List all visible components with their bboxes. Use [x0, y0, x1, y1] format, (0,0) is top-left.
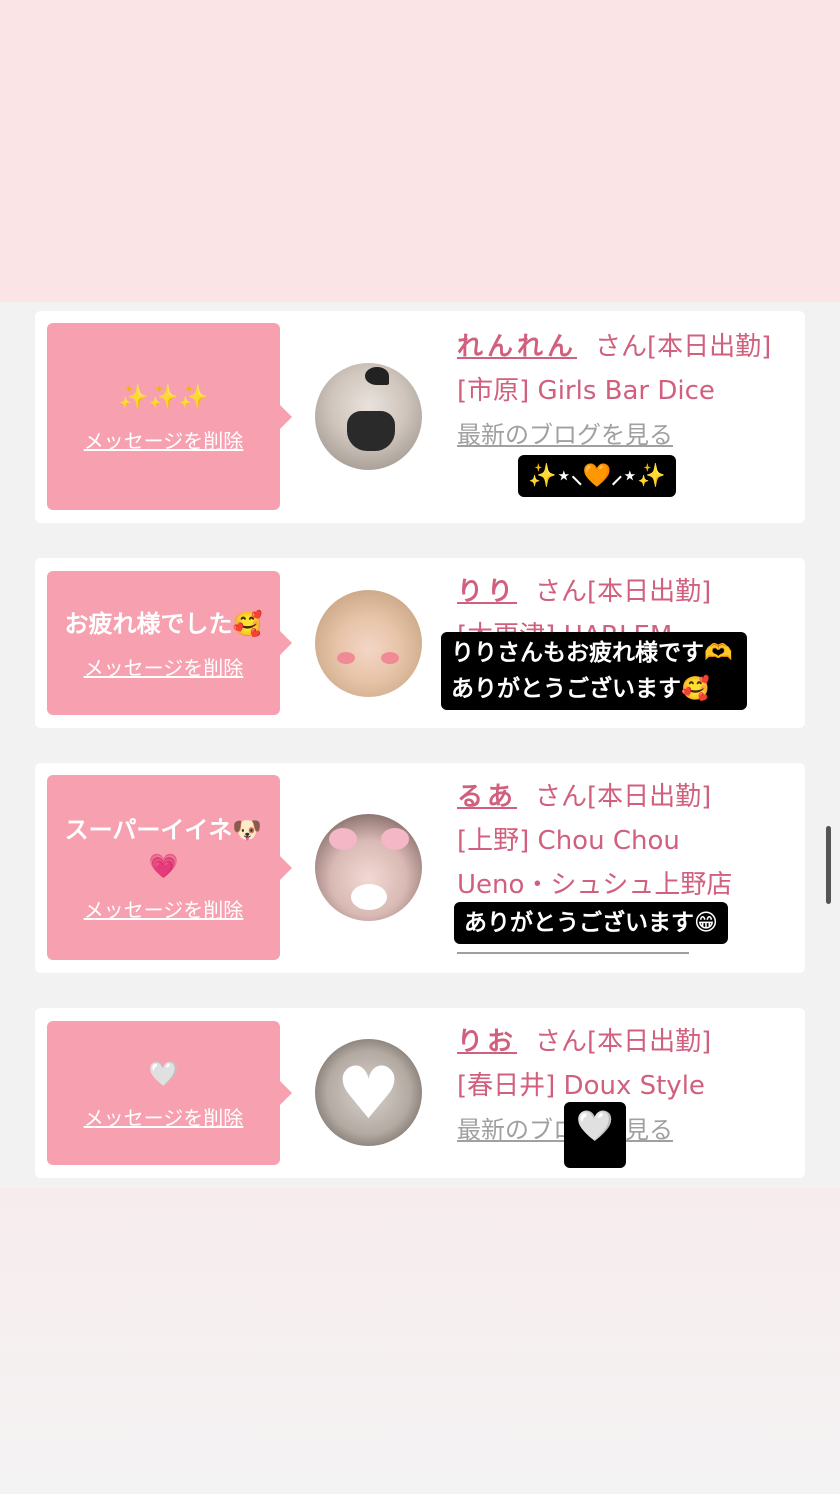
cast-info: れんれん さん[本日出勤] [市原] Girls Bar Dice 最新のブログを… [457, 325, 787, 457]
caption-overlay: りりさんもお疲れ様です🫶 ありがとうございます🥰 [441, 632, 747, 710]
ear-right-shape [381, 828, 409, 850]
blush-right-shape [381, 652, 399, 664]
hair-bow-shape [365, 367, 389, 385]
caption-overlay: 🤍 [564, 1102, 626, 1168]
message-card: 🤍 メッセージを削除 ♥ りお さん[本日出勤] [春日井] Doux Style… [35, 1008, 805, 1178]
cast-name-link[interactable]: りお [457, 1027, 517, 1057]
top-banner [0, 0, 840, 302]
caption-line: ありがとうございます🥰 [451, 676, 710, 702]
shop-name: [春日井] Doux Style [457, 1071, 705, 1101]
shop-name: [上野] Chou Chou [457, 826, 680, 856]
face-cover-shape [351, 884, 387, 910]
cast-status: さん[本日出勤] [535, 1027, 712, 1057]
bottom-area [0, 1188, 840, 1494]
cast-status: さん[本日出勤] [535, 782, 712, 812]
message-card: ✨✨✨ メッセージを削除 れんれん さん[本日出勤] [市原] Girls Bar… [35, 311, 805, 523]
delete-message-link[interactable]: メッセージを削除 [84, 652, 244, 681]
shop-name-continued: Ueno・シュシュ上野店 [457, 870, 733, 900]
delete-message-link[interactable]: メッセージを削除 [84, 425, 244, 454]
cast-info: るあ さん[本日出勤] [上野] Chou Chou Ueno・シュシュ上野店 [457, 775, 787, 907]
delete-message-link[interactable]: メッセージを削除 [84, 1102, 244, 1131]
heart-cover-shape: ♥ [336, 1050, 401, 1135]
ear-left-shape [329, 828, 357, 850]
message-text: スーパーイイネ🐶 [64, 816, 263, 844]
blush-left-shape [337, 652, 355, 664]
avatar[interactable]: ♥ [315, 1039, 422, 1146]
message-bubble: ✨✨✨ メッセージを削除 [47, 323, 292, 510]
delete-message-link[interactable]: メッセージを削除 [84, 894, 244, 923]
avatar[interactable] [315, 814, 422, 921]
cast-name-link[interactable]: れんれん [457, 332, 577, 362]
message-bubble: スーパーイイネ🐶 💗 メッセージを削除 [47, 775, 292, 960]
message-text: 💗 [148, 852, 179, 880]
cast-status: さん[本日出勤] [595, 332, 772, 362]
mask-shape [347, 411, 395, 451]
message-bubble: 🤍 メッセージを削除 [47, 1021, 292, 1165]
message-text: 🤍 [148, 1059, 179, 1088]
message-bubble: お疲れ様でした🥰 メッセージを削除 [47, 571, 292, 715]
caption-overlay: ✨⋆⸜🧡⸝⋆✨ [518, 455, 676, 497]
cast-name-link[interactable]: りり [457, 577, 517, 607]
avatar[interactable] [315, 363, 422, 470]
cast-name-link[interactable]: るあ [457, 782, 517, 812]
shop-name: [市原] Girls Bar Dice [457, 376, 715, 406]
avatar[interactable] [315, 590, 422, 697]
message-text: ✨✨✨ [118, 383, 209, 411]
caption-overlay: ありがとうございます😁 [454, 902, 728, 944]
blog-link-underline [457, 952, 689, 954]
message-text: お疲れ様でした🥰 [64, 609, 263, 638]
cast-status: さん[本日出勤] [535, 577, 712, 607]
caption-line: りりさんもお疲れ様です🫶 [451, 640, 733, 666]
latest-blog-link[interactable]: 最新のブログを見る [457, 421, 673, 449]
scrollbar[interactable] [826, 826, 831, 904]
